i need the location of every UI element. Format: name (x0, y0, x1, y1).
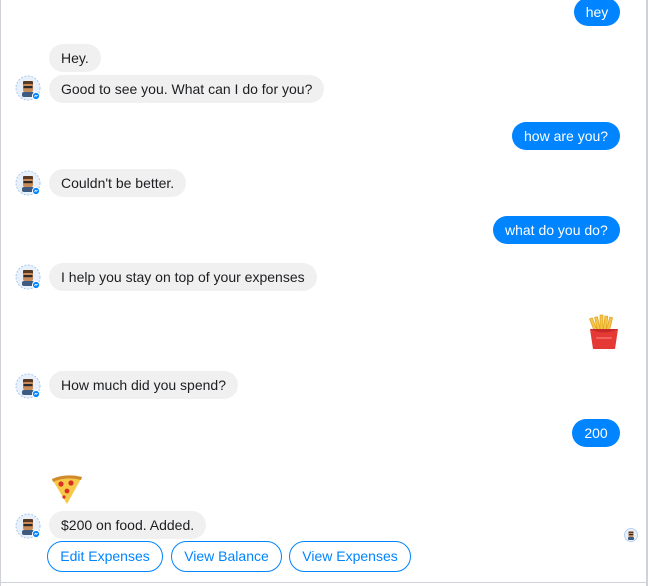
seen-avatar-icon (624, 528, 638, 542)
quick-reply-edit-expenses-button[interactable]: Edit Expenses (47, 541, 163, 572)
bot-avatar-icon (15, 373, 41, 399)
window-border-left (0, 0, 1, 586)
window-border-bottom (0, 582, 648, 583)
bot-avatar-icon (15, 170, 41, 196)
fries-emoji-icon (587, 314, 621, 353)
bot-message-bubble: $200 on food. Added. (49, 511, 207, 539)
quick-reply-view-expenses-button[interactable]: View Expenses (289, 541, 411, 572)
bot-avatar-icon (15, 513, 41, 539)
bot-message-bubble: I help you stay on top of your expenses (49, 263, 317, 291)
user-message-bubble: what do you do? (493, 216, 620, 244)
user-message-bubble: hey (574, 0, 620, 26)
bot-message-bubble: Hey. (49, 44, 101, 72)
bot-avatar-icon (15, 75, 41, 101)
pizza-emoji-icon (50, 473, 84, 508)
quick-reply-view-balance-button[interactable]: View Balance (171, 541, 282, 572)
bot-message-bubble: How much did you spend? (49, 371, 238, 399)
user-message-bubble: how are you? (512, 122, 621, 150)
bot-message-bubble: Couldn't be better. (49, 169, 187, 197)
bot-avatar-icon (15, 264, 41, 290)
user-message-bubble: 200 (572, 419, 620, 447)
bot-message-bubble: Good to see you. What can I do for you? (49, 75, 325, 103)
